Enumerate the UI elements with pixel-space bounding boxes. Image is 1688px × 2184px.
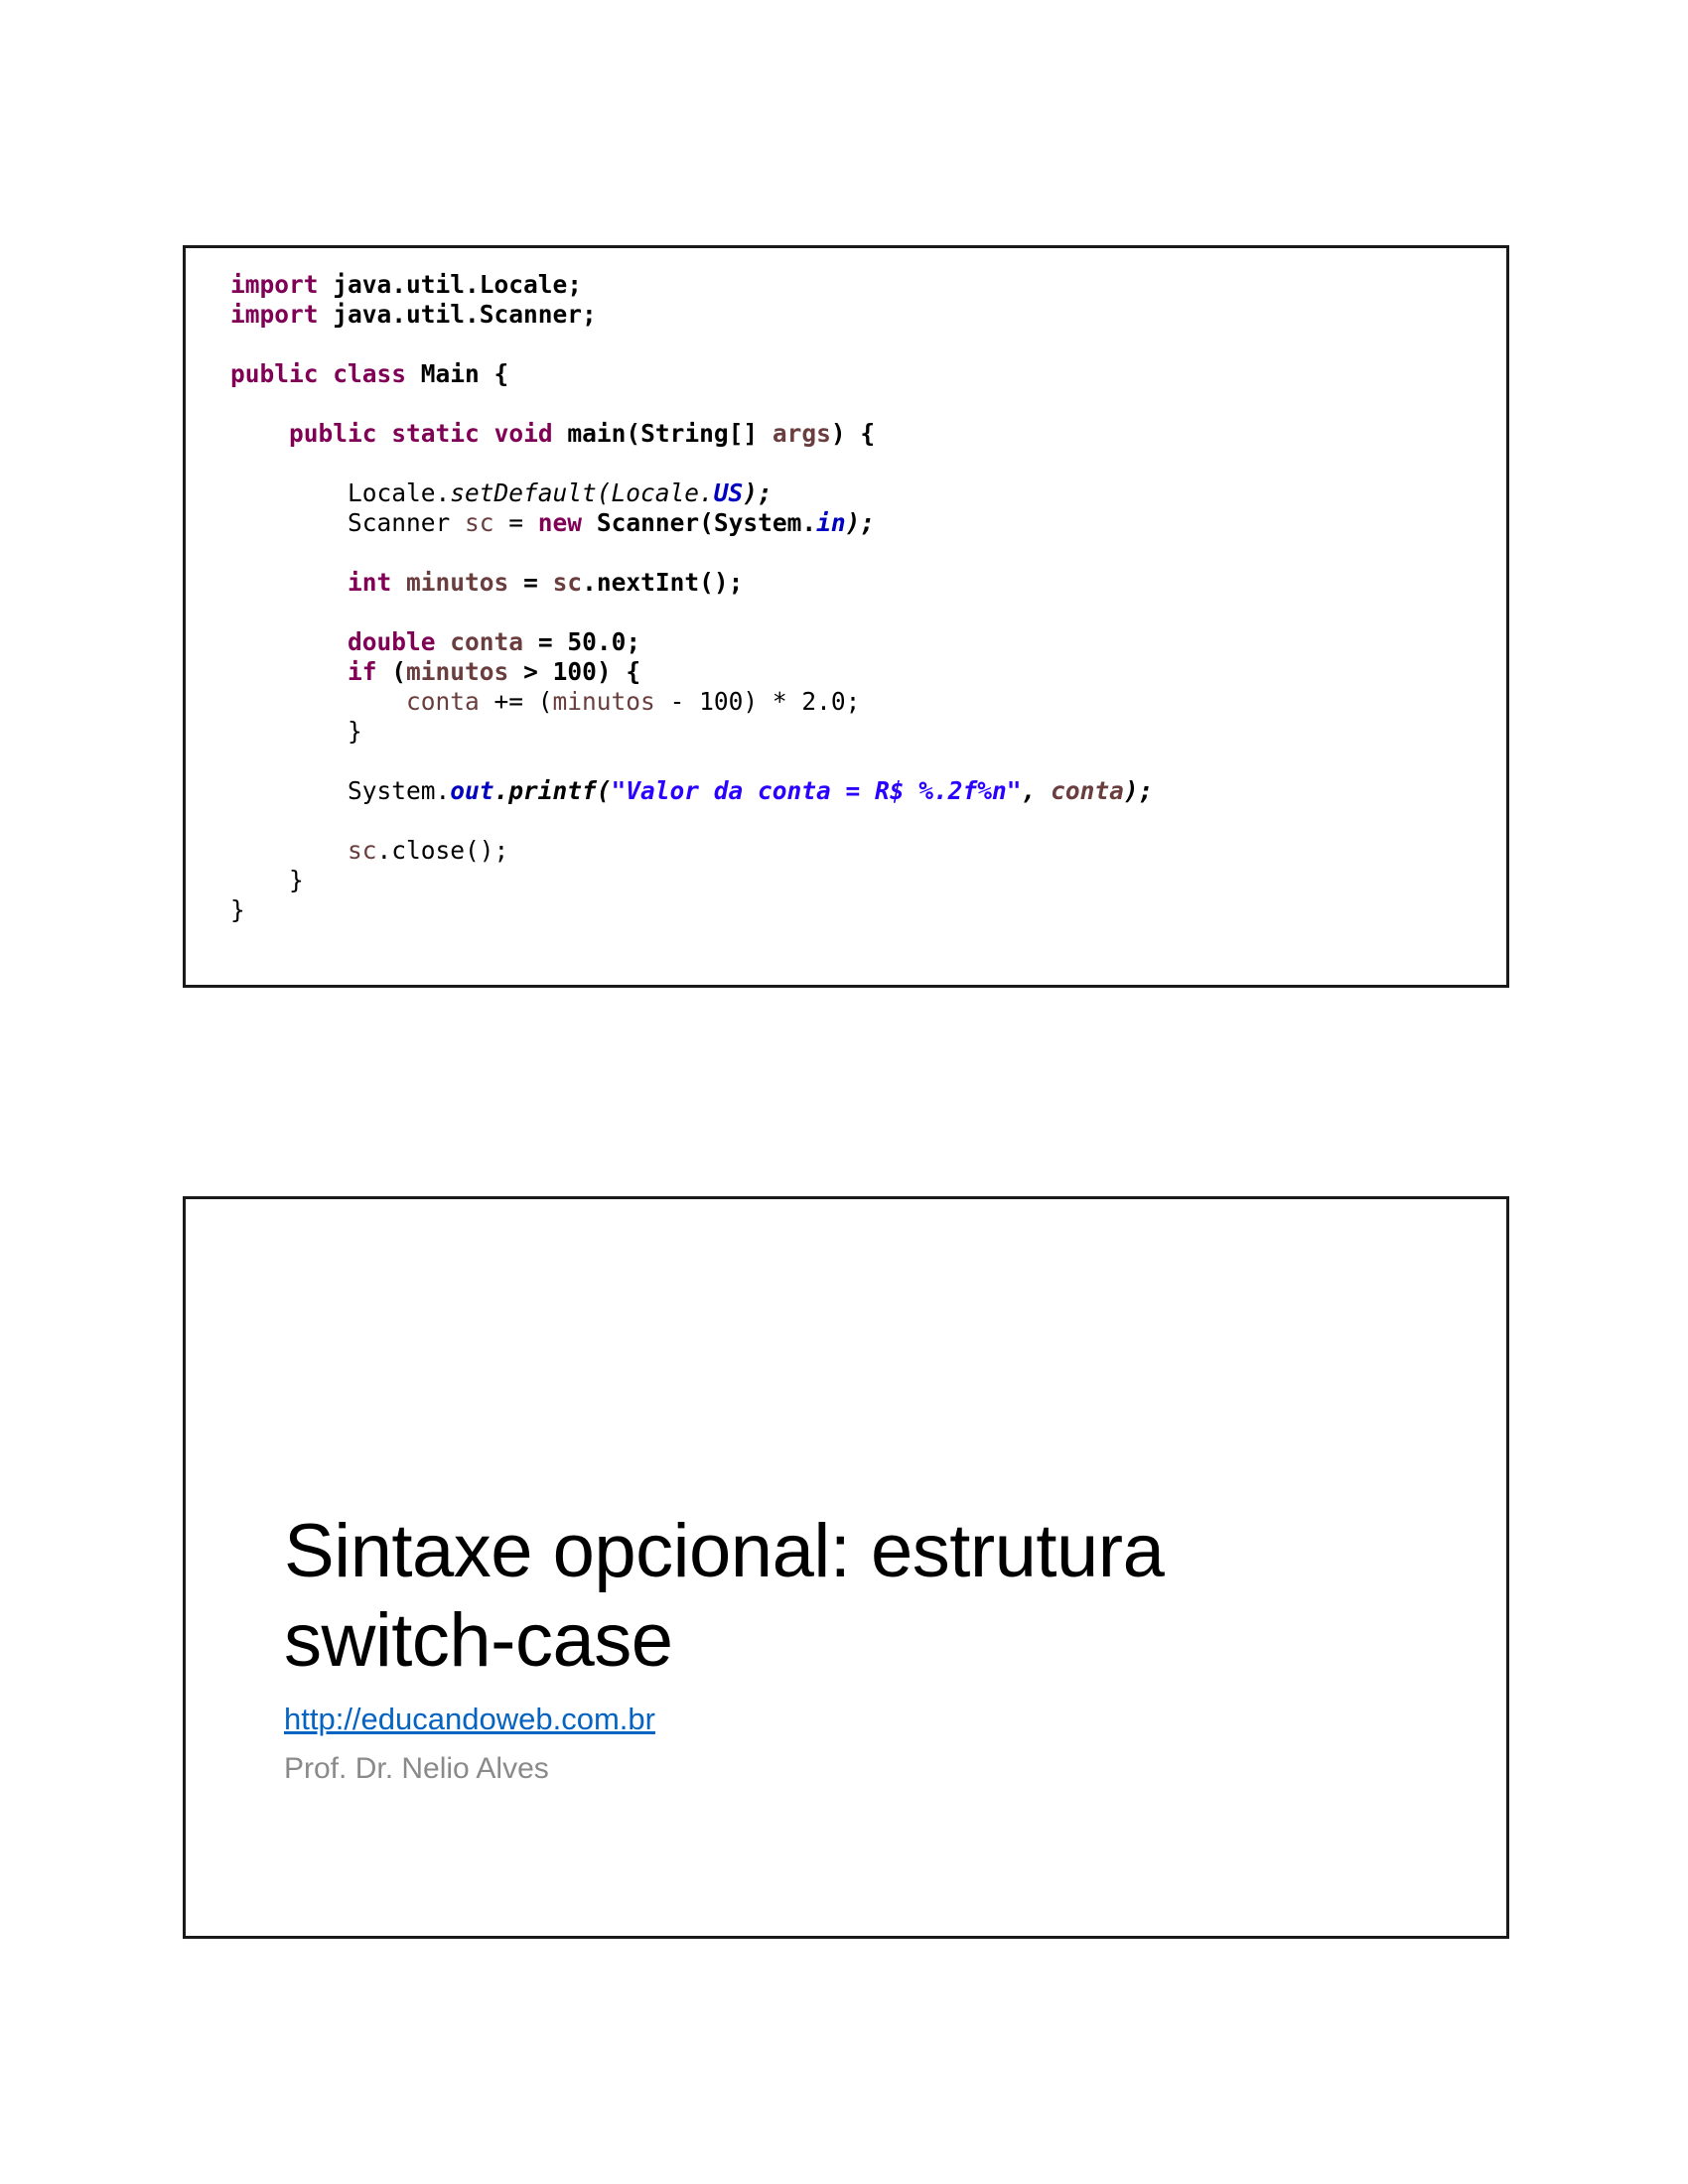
code-block: import java.util.Locale; import java.util… xyxy=(230,270,1153,925)
code-line: conta += (minutos - 100) * 2.0; xyxy=(230,687,1153,717)
author-name: Prof. Dr. Nelio Alves xyxy=(284,1752,549,1785)
code-token: main(String[] xyxy=(552,419,773,448)
code-token: new xyxy=(537,508,583,537)
code-token: import xyxy=(230,270,319,299)
code-line: } xyxy=(230,866,1153,895)
code-line: sc.close(); xyxy=(230,836,1153,866)
code-line: import java.util.Locale; xyxy=(230,270,1153,300)
code-token: Main { xyxy=(406,359,509,388)
code-token: = 50.0; xyxy=(523,627,641,656)
slide-title-line-1: Sintaxe opcional: estrutura xyxy=(284,1509,1165,1593)
code-token: public xyxy=(230,359,319,388)
code-slide: import java.util.Locale; import java.util… xyxy=(183,245,1509,988)
code-token: args xyxy=(772,419,831,448)
code-token: , xyxy=(1021,776,1052,805)
code-token: double xyxy=(348,627,436,656)
code-line: import java.util.Scanner; xyxy=(230,300,1153,330)
code-token: setDefault(Locale. xyxy=(450,478,714,507)
code-token: sc xyxy=(465,508,494,537)
code-token: .printf( xyxy=(493,776,612,805)
code-token: ) { xyxy=(830,419,876,448)
code-token: Scanner(System. xyxy=(582,508,817,537)
code-token: minutos xyxy=(406,568,509,597)
code-token: conta xyxy=(450,627,524,656)
code-token: void xyxy=(493,419,553,448)
slide-title: Sintaxe opcional: estrutura switch-case xyxy=(284,1507,1165,1686)
code-token: if xyxy=(348,657,377,686)
slide-title-line-2: switch-case xyxy=(284,1598,673,1683)
code-token: java.util.Locale; xyxy=(318,270,583,299)
code-token: public xyxy=(289,419,377,448)
code-token: - 100) * 2.0; xyxy=(654,687,861,716)
code-token: ); xyxy=(743,478,773,507)
code-token: class xyxy=(333,359,407,388)
code-token: } xyxy=(230,717,362,746)
code-token: int xyxy=(348,568,392,597)
code-token: US xyxy=(713,478,744,507)
code-token: += ( xyxy=(479,687,553,716)
code-token: static xyxy=(391,419,480,448)
code-token: .close(); xyxy=(376,836,509,865)
code-token: > 100) { xyxy=(508,657,641,686)
code-line: } xyxy=(230,717,1153,747)
title-slide: Sintaxe opcional: estrutura switch-case … xyxy=(183,1196,1509,1939)
code-token: Scanner xyxy=(230,508,466,537)
code-token: = xyxy=(493,508,538,537)
code-token: ( xyxy=(376,657,407,686)
code-token: minutos xyxy=(552,687,655,716)
code-token: out xyxy=(450,776,494,805)
code-token: ); xyxy=(845,508,876,537)
code-token: } xyxy=(230,866,304,894)
code-token: .nextInt(); xyxy=(582,568,744,597)
code-token: sc xyxy=(552,568,583,597)
code-token: minutos xyxy=(406,657,509,686)
code-token: in xyxy=(816,508,846,537)
code-line: double conta = 50.0; xyxy=(230,627,1153,657)
code-line: } xyxy=(230,895,1153,925)
code-token: "Valor da conta = R$ %.2f%n" xyxy=(611,776,1022,805)
code-token: Locale. xyxy=(230,478,451,507)
code-line: public class Main { xyxy=(230,359,1153,389)
code-line: Locale.setDefault(Locale.US); xyxy=(230,478,1153,508)
code-line: Scanner sc = new Scanner(System.in); xyxy=(230,508,1153,538)
code-token: sc xyxy=(348,836,377,865)
code-token: ); xyxy=(1123,776,1154,805)
website-link[interactable]: http://educandoweb.com.br xyxy=(284,1700,655,1739)
code-token: System. xyxy=(230,776,451,805)
code-line: public static void main(String[] args) { xyxy=(230,419,1153,449)
code-line: int minutos = sc.nextInt(); xyxy=(230,568,1153,598)
code-token: java.util.Scanner; xyxy=(318,300,597,329)
code-token: conta xyxy=(1051,776,1124,805)
code-line: if (minutos > 100) { xyxy=(230,657,1153,687)
code-token: import xyxy=(230,300,319,329)
code-token: = xyxy=(508,568,553,597)
code-token: } xyxy=(230,895,245,924)
code-line: System.out.printf("Valor da conta = R$ %… xyxy=(230,776,1153,806)
code-token: conta xyxy=(406,687,480,716)
